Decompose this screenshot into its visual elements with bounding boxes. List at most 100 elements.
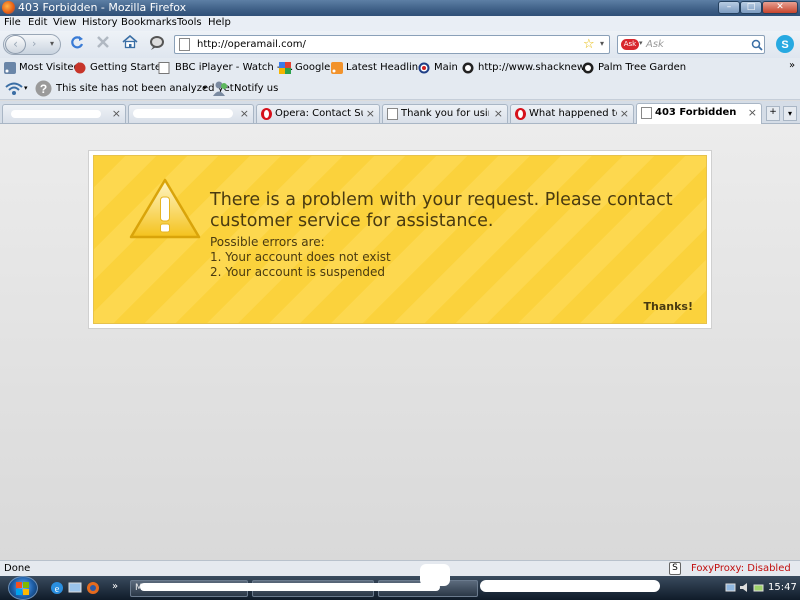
rss-icon <box>4 62 16 74</box>
taskbar: e » M... ...dder... ... 15:47 <box>0 564 800 600</box>
home-icon[interactable] <box>122 35 138 49</box>
menu-bar: File Edit View History Bookmarks Tools H… <box>0 16 800 31</box>
page-icon <box>158 62 170 74</box>
menu-edit[interactable]: Edit <box>28 17 47 28</box>
url-text[interactable]: http://operamail.com/ <box>197 39 306 50</box>
skype-icon[interactable]: S <box>775 34 795 54</box>
window-title: 403 Forbidden - Mozilla Firefox <box>18 1 187 14</box>
wifi-icon[interactable] <box>4 82 24 96</box>
network-icon[interactable] <box>725 582 736 593</box>
opera-icon <box>261 108 272 120</box>
clock[interactable]: 15:47 <box>768 582 797 593</box>
maximize-button[interactable]: □ <box>740 1 762 14</box>
bookmark-shacknews[interactable]: http://www.shacknew... <box>478 62 594 73</box>
quick-launch-overflow-icon[interactable]: » <box>112 581 118 592</box>
bookmark-google[interactable]: Google <box>295 62 330 73</box>
bookmark-palm-tree-garden[interactable]: Palm Tree Garden <box>598 62 686 73</box>
wifi-dropdown-icon[interactable]: ▾ <box>24 84 28 92</box>
bookmark-latest-headlines[interactable]: Latest Headlines <box>346 62 430 73</box>
tab-close-icon[interactable]: × <box>112 107 121 120</box>
menu-help[interactable]: Help <box>208 17 231 28</box>
tab-close-icon[interactable]: × <box>748 106 757 119</box>
shack-icon <box>462 62 474 74</box>
tab-close-icon[interactable]: × <box>366 107 375 120</box>
palm-icon <box>582 62 594 74</box>
url-dropdown-icon[interactable]: ▾ <box>600 39 604 48</box>
error-heading: There is a problem with your request. Pl… <box>210 190 673 231</box>
bookmark-main[interactable]: Main <box>434 62 458 73</box>
page-icon <box>641 107 652 119</box>
history-dropdown-icon[interactable]: ▾ <box>50 39 54 48</box>
svg-text:S: S <box>781 39 788 51</box>
tab-redacted-2[interactable]: × <box>128 104 254 123</box>
foxyproxy-status[interactable]: FoxyProxy: Disabled <box>691 563 791 574</box>
bookmarks-overflow-chevron-icon[interactable]: » <box>789 60 795 71</box>
navigation-toolbar: ‹ › ▾ http://operamail.com/ ☆ ▾ Ask ▾ As… <box>0 31 800 58</box>
search-icon[interactable] <box>751 39 763 51</box>
menu-history[interactable]: History <box>82 17 118 28</box>
menu-tools[interactable]: Tools <box>177 17 202 28</box>
tab-403-forbidden[interactable]: 403 Forbidden × <box>636 103 762 124</box>
new-tab-button[interactable]: + <box>766 106 780 121</box>
analysis-dropdown-icon[interactable]: ▾ <box>203 84 207 92</box>
firefox-bookmark-icon <box>74 62 86 74</box>
volume-icon[interactable] <box>739 582 750 593</box>
bookmark-most-visited[interactable]: Most Visited <box>19 62 80 73</box>
firefox-taskbar-icon[interactable] <box>86 581 100 595</box>
tab-label: 403 Forbidden <box>655 107 737 118</box>
menu-file[interactable]: File <box>4 17 21 28</box>
page-content: There is a problem with your request. Pl… <box>0 124 800 560</box>
close-button[interactable]: ✕ <box>762 1 798 14</box>
tab-redacted-1[interactable]: × <box>2 104 126 123</box>
redaction-scribble <box>420 564 450 586</box>
redaction-scribble <box>140 583 440 591</box>
bookmark-bbc-iplayer[interactable]: BBC iPlayer - Watch - ... <box>175 62 293 73</box>
search-bar[interactable]: Ask ▾ Ask <box>617 35 765 54</box>
power-icon[interactable] <box>753 582 764 593</box>
tab-thank-you[interactable]: Thank you for usin... × <box>382 104 508 123</box>
page-icon <box>179 38 190 51</box>
minimize-button[interactable]: – <box>718 1 740 14</box>
svg-text:?: ? <box>40 82 47 96</box>
tab-opera-contact[interactable]: Opera: Contact Su... × <box>256 104 380 123</box>
site-analysis-text: This site has not been analyzed yet <box>56 83 234 94</box>
menu-bookmarks[interactable]: Bookmarks <box>121 17 177 28</box>
notify-us-button[interactable]: Notify us <box>234 83 278 94</box>
stop-icon[interactable] <box>96 35 110 49</box>
bookmark-star-icon[interactable]: ☆ <box>583 37 595 52</box>
status-text: Done <box>4 563 31 574</box>
redaction-scribble <box>480 580 660 592</box>
rss-icon <box>331 62 343 74</box>
foxyproxy-icon[interactable]: S <box>669 562 681 575</box>
tab-label: Opera: Contact Su... <box>275 108 363 119</box>
opera-icon <box>515 108 526 120</box>
errors-title: Possible errors are: <box>210 235 325 249</box>
back-forward-group: ‹ › ▾ <box>3 34 61 55</box>
bookmark-getting-started[interactable]: Getting Started <box>90 62 167 73</box>
tab-what-happened[interactable]: What happened to ... × <box>510 104 634 123</box>
unknown-rating-icon: ? <box>35 80 52 97</box>
speech-bubble-icon[interactable] <box>148 35 166 51</box>
tab-close-icon[interactable]: × <box>240 107 249 120</box>
warning-icon <box>129 178 201 239</box>
tab-close-icon[interactable]: × <box>494 107 503 120</box>
menu-view[interactable]: View <box>53 17 77 28</box>
page-icon <box>387 108 398 120</box>
tab-close-icon[interactable]: × <box>620 107 629 120</box>
forward-button[interactable]: › <box>32 37 36 50</box>
show-desktop-icon[interactable] <box>68 582 82 594</box>
search-placeholder: Ask <box>646 39 664 50</box>
error-item: 2. Your account is suspended <box>210 265 386 279</box>
tab-list-dropdown-icon[interactable]: ▾ <box>783 106 797 121</box>
address-bar[interactable]: http://operamail.com/ ☆ ▾ <box>174 35 610 54</box>
start-button[interactable] <box>8 576 38 600</box>
reload-icon[interactable] <box>70 35 84 51</box>
ie-icon[interactable]: e <box>50 581 64 595</box>
error-panel: There is a problem with your request. Pl… <box>88 150 712 329</box>
thanks-text: Thanks! <box>643 300 693 313</box>
back-button[interactable]: ‹ <box>5 35 26 54</box>
roundel-icon <box>418 62 430 74</box>
engine-dropdown-icon[interactable]: ▾ <box>639 39 643 47</box>
ask-engine-icon[interactable]: Ask <box>621 39 639 50</box>
tab-label: Thank you for usin... <box>401 108 489 119</box>
